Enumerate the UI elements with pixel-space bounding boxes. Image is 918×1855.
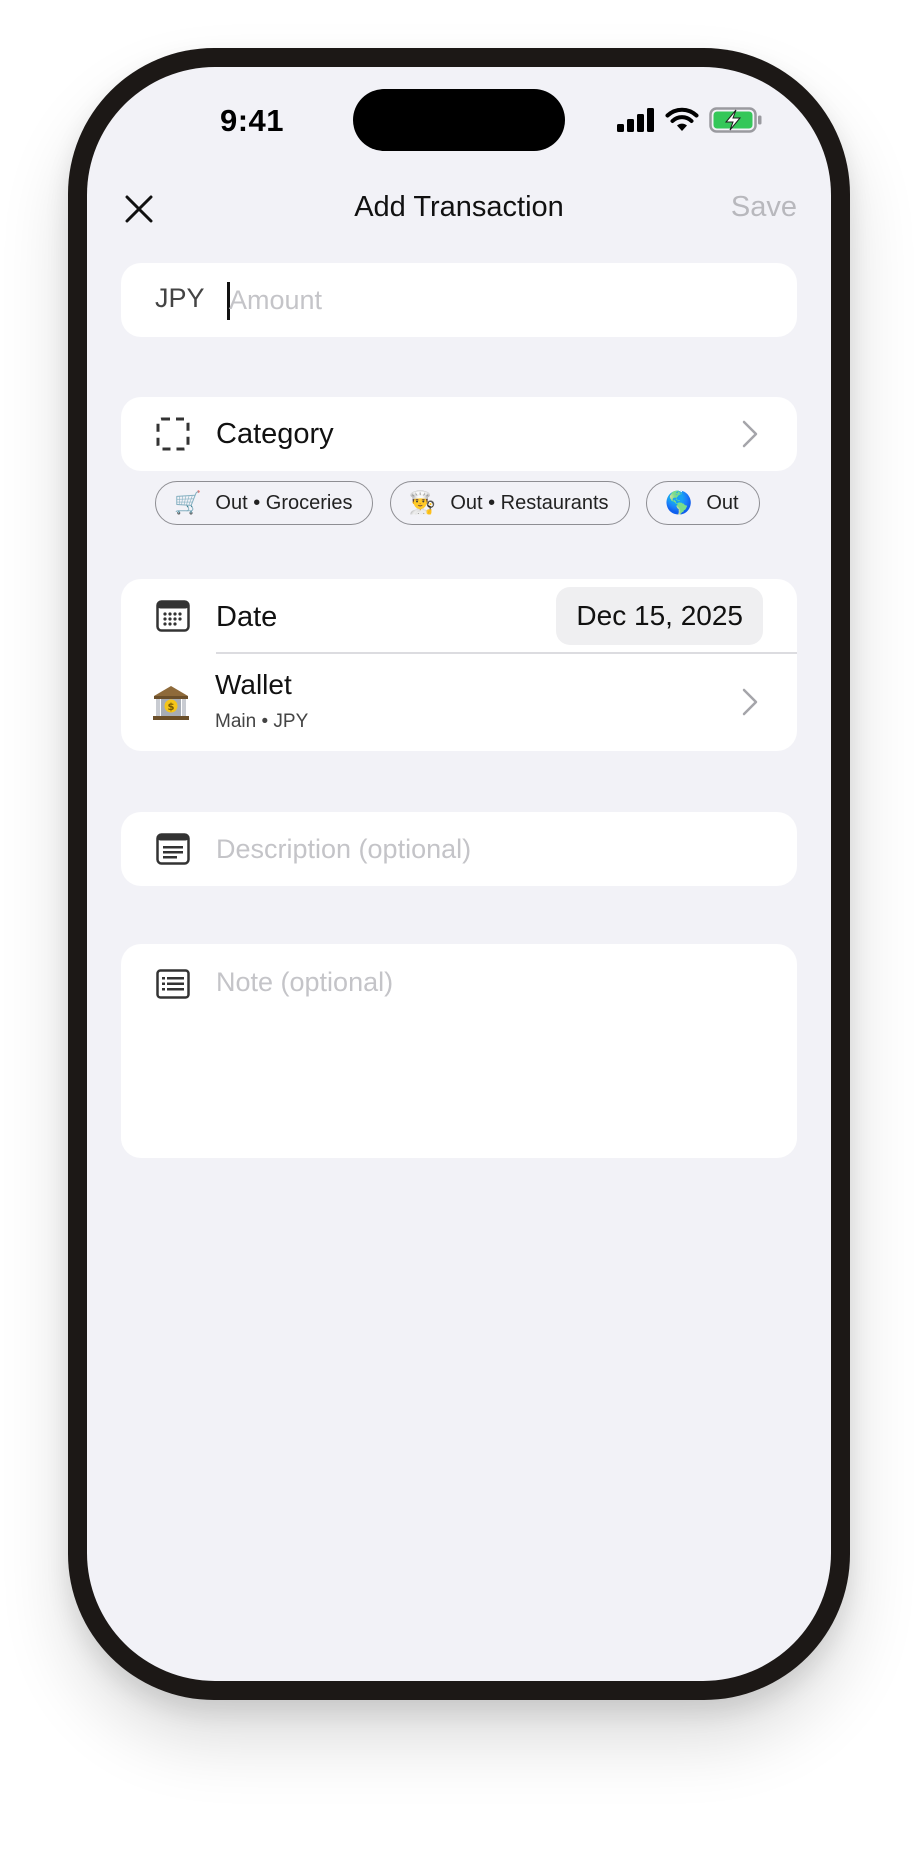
currency-code[interactable]: JPY xyxy=(155,283,205,314)
dynamic-island xyxy=(353,89,565,151)
chevron-right-icon xyxy=(742,688,758,716)
description-card xyxy=(121,812,797,886)
note-input[interactable] xyxy=(216,964,776,1134)
description-input[interactable] xyxy=(216,828,776,870)
date-picker-button[interactable]: Dec 15, 2025 xyxy=(556,587,763,645)
screen: 9:41 Add Transaction Save JPY Amount Cat… xyxy=(87,67,831,1681)
calendar-icon xyxy=(155,598,191,634)
save-button[interactable]: Save xyxy=(731,191,797,224)
status-icons xyxy=(617,107,763,133)
bank-icon: $ xyxy=(151,683,191,723)
category-row[interactable]: Category xyxy=(121,397,797,471)
signal-icon xyxy=(617,108,654,132)
chip-restaurants[interactable]: 👨‍🍳 Out • Restaurants xyxy=(389,481,630,525)
chip-label: Out xyxy=(706,491,739,514)
chevron-right-icon xyxy=(742,420,758,448)
amount-card: JPY xyxy=(121,263,797,337)
nav-bar: Add Transaction Save xyxy=(87,175,831,241)
phone-frame: 9:41 Add Transaction Save JPY Amount Cat… xyxy=(68,48,850,1700)
chip-groceries[interactable]: 🛒 Out • Groceries xyxy=(155,481,374,525)
wallet-name: Wallet xyxy=(215,669,292,700)
svg-text:$: $ xyxy=(168,702,175,713)
page-title: Add Transaction xyxy=(354,191,564,223)
wifi-icon xyxy=(665,107,699,131)
wallet-row[interactable]: $ Wallet Main • JPY xyxy=(121,653,797,751)
status-time: 9:41 xyxy=(219,103,285,138)
dashed-square-icon xyxy=(155,416,191,452)
date-label: Date xyxy=(216,601,278,633)
chip-label: Out • Groceries xyxy=(215,491,353,514)
quick-category-chips: 🛒 Out • Groceries 👨‍🍳 Out • Restaurants … xyxy=(155,481,763,531)
shopping-cart-icon: 🛒 xyxy=(174,490,202,516)
page: 9:41 Add Transaction Save JPY Amount Cat… xyxy=(0,0,918,1855)
globe-icon: 🌎 xyxy=(664,490,693,516)
chip-label: Out • Restaurants xyxy=(450,491,609,514)
note-card xyxy=(121,944,797,1158)
list-text-icon xyxy=(155,966,191,1002)
battery-charging-icon xyxy=(709,107,762,133)
card-text-icon xyxy=(155,831,191,867)
chip-travel[interactable]: 🌎 Out xyxy=(645,481,760,525)
amount-input[interactable] xyxy=(229,275,769,325)
date-wallet-card: Date Dec 15, 2025 $ Wallet Main • JPY xyxy=(121,579,797,751)
chef-icon: 👨‍🍳 xyxy=(408,490,437,516)
wallet-subtitle: Main • JPY xyxy=(215,711,309,732)
category-label: Category xyxy=(216,418,334,450)
